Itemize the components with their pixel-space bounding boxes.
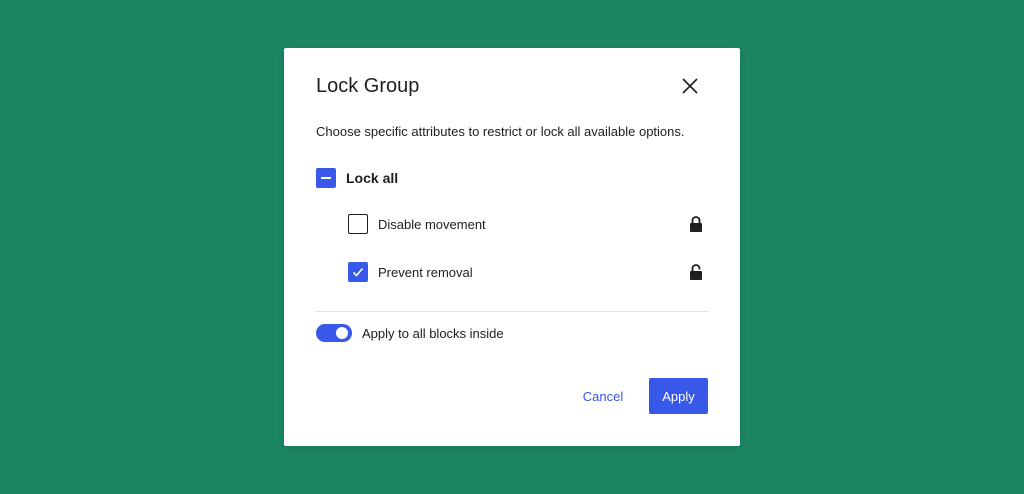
- apply-inside-row: Apply to all blocks inside: [316, 324, 504, 342]
- lock-all-checkbox[interactable]: [316, 168, 336, 188]
- toggle-knob: [336, 327, 348, 339]
- option-disable-movement: Disable movement: [348, 214, 486, 234]
- option-prevent-removal: Prevent removal: [348, 262, 473, 282]
- apply-inside-toggle[interactable]: [316, 324, 352, 342]
- apply-inside-label: Apply to all blocks inside: [362, 325, 504, 341]
- checkmark-icon: [352, 267, 364, 277]
- disable-movement-checkbox[interactable]: [348, 214, 368, 234]
- lock-closed-icon: [690, 216, 702, 232]
- dialog-description: Choose specific attributes to restrict o…: [316, 124, 685, 139]
- close-button[interactable]: [678, 74, 702, 98]
- apply-button[interactable]: Apply: [649, 378, 708, 414]
- lock-all-label: Lock all: [346, 170, 399, 186]
- dialog-title: Lock Group: [316, 75, 420, 97]
- lock-all-row: Lock all: [316, 168, 398, 188]
- prevent-removal-label: Prevent removal: [378, 264, 473, 280]
- cancel-button[interactable]: Cancel: [572, 378, 634, 414]
- lock-group-dialog: Lock Group Choose specific attributes to…: [284, 48, 740, 446]
- divider: [316, 311, 708, 312]
- close-icon: [682, 78, 698, 94]
- prevent-removal-checkbox[interactable]: [348, 262, 368, 282]
- minus-icon: [321, 177, 331, 179]
- disable-movement-label: Disable movement: [378, 216, 486, 232]
- lock-open-icon: [690, 264, 702, 280]
